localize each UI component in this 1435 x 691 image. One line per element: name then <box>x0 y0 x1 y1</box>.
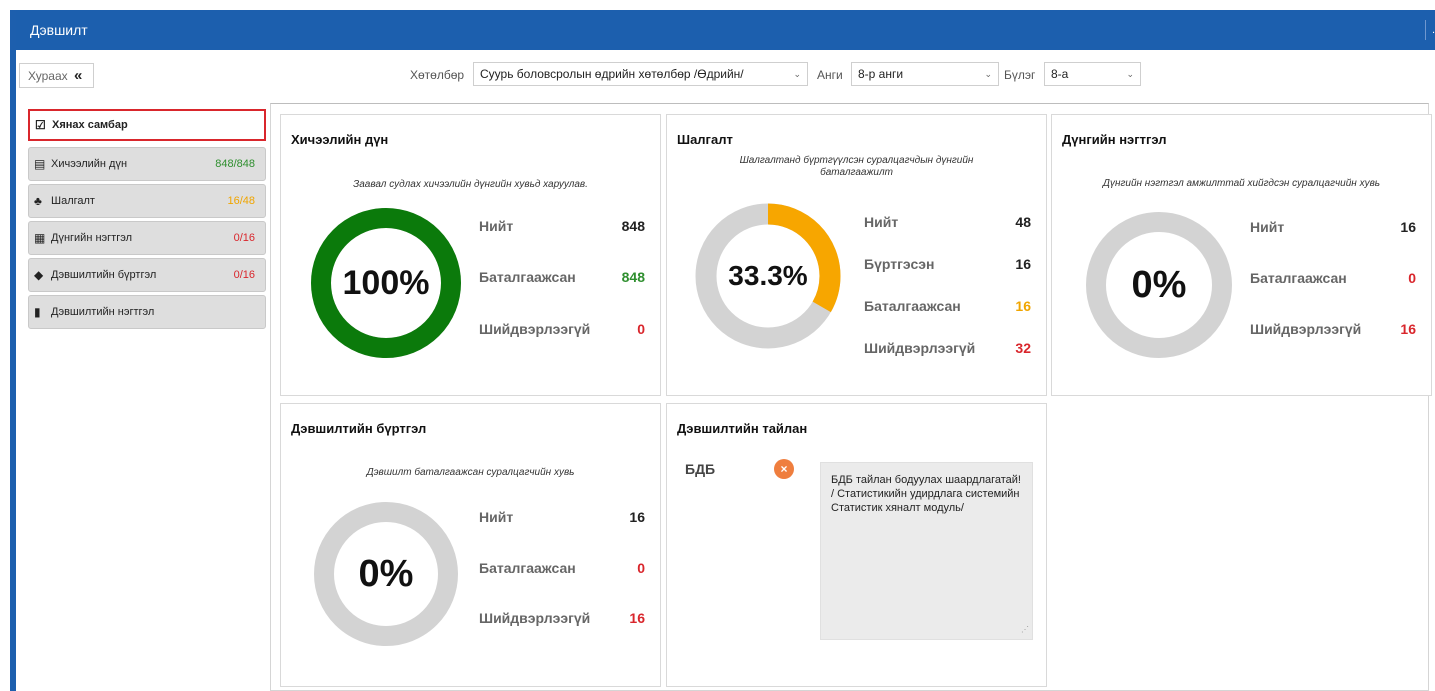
book-icon: ▮ <box>34 305 41 319</box>
stat-value: 48 <box>1015 214 1031 230</box>
stat-label: Шийдвэрлээгүй <box>479 321 591 337</box>
promotion-donut: 0% <box>311 499 461 649</box>
stat-value: 848 <box>621 269 645 285</box>
card-subtitle: Дүнгийн нэгтгэл амжилттай хийгдсэн сурал… <box>1102 178 1381 189</box>
collapse-label: Хураах <box>28 69 68 83</box>
sidebar-item-label: Дэвшилтийн нэгтгэл <box>51 306 155 318</box>
chevron-down-icon: ⌄ <box>793 69 801 79</box>
window-header: Дэвшилт . <box>16 10 1435 50</box>
sidebar-item-promotion-registration[interactable]: ◆ Дэвшилтийн бүртгэл 0/16 <box>28 258 266 292</box>
promotion-registration-card: Дэвшилтийн бүртгэл Дэвшилт баталгаажсан … <box>280 403 661 687</box>
stat-label: Шийдвэрлээгүй <box>479 610 591 626</box>
header-corner-mark: . <box>1425 20 1435 40</box>
report-note-text: БДБ тайлан бодуулах шаардлагатай! / Стат… <box>831 474 1021 514</box>
chevron-down-icon: ⌄ <box>984 69 992 79</box>
group-select[interactable]: 8-а ⌄ <box>1044 62 1141 86</box>
window-title: Дэвшилт <box>30 22 88 38</box>
grade-summary-card: Дүнгийн нэгтгэл Дүнгийн нэгтгэл амжилтта… <box>1051 114 1432 396</box>
sidebar-item-label: Хянах самбар <box>52 119 128 131</box>
sidebar-item-dashboard[interactable]: ☑ Хянах самбар <box>28 109 266 141</box>
card-subtitle: Шалгалтанд бүртгүүлсэн суралцагчдын дүнг… <box>739 155 974 178</box>
calculator-icon: ▦ <box>34 231 46 245</box>
stat-value: 16 <box>1015 256 1031 272</box>
stat-value: 16 <box>1400 219 1416 235</box>
sidebar-item-label: Хичээлийн дүн <box>51 158 128 170</box>
grade-select[interactable]: 8-р анги ⌄ <box>851 62 999 86</box>
stat-value: 0 <box>637 321 645 337</box>
sidebar-item-label: Дэвшилтийн бүртгэл <box>51 269 157 281</box>
sidebar-item-count: 0/16 <box>233 232 255 244</box>
summary-donut: 0% <box>1084 210 1234 360</box>
sidebar-item-exam[interactable]: ♣ Шалгалт 16/48 <box>28 184 266 218</box>
card-title: Дэвшилтийн бүртгэл <box>291 421 427 436</box>
stat-label: Нийт <box>864 214 899 230</box>
program-select[interactable]: Суурь боловсролын өдрийн хөтөлбөр /Өдрий… <box>473 62 808 86</box>
graduation-cap-icon: ◆ <box>34 268 44 282</box>
sidebar-item-label: Шалгалт <box>51 195 95 207</box>
stat-value: 848 <box>621 218 645 234</box>
teacher-icon: ▤ <box>34 157 46 171</box>
stat-label: Баталгаажсан <box>1250 270 1347 286</box>
stat-label: Баталгаажсан <box>479 560 576 576</box>
percent-label: 100% <box>342 264 430 302</box>
exam-card: Шалгалт Шалгалтанд бүртгүүлсэн суралцагч… <box>666 114 1047 396</box>
stat-label: Шийдвэрлээгүй <box>1250 321 1362 337</box>
stat-label: Нийт <box>1250 219 1285 235</box>
exam-donut: 33.3% <box>693 201 843 351</box>
stat-label: Нийт <box>479 218 514 234</box>
grades-donut: 100% <box>311 208 461 358</box>
card-subtitle: Заавал судлах хичээлийн дүнгийн хувьд ха… <box>353 179 588 190</box>
group-filter-label: Бүлэг <box>1004 68 1036 82</box>
sidebar-item-count: 848/848 <box>215 158 255 170</box>
sidebar-item-grade-summary[interactable]: ▦ Дүнгийн нэгтгэл 0/16 <box>28 221 266 255</box>
percent-label: 0% <box>358 553 414 595</box>
stat-value: 16 <box>629 610 645 626</box>
report-item-label: БДБ <box>685 461 716 477</box>
card-title: Шалгалт <box>677 132 733 147</box>
card-title: Хичээлийн дүн <box>291 132 389 147</box>
double-chevron-left-icon: « <box>73 67 83 84</box>
group-icon: ♣ <box>34 194 42 208</box>
percent-label: 33.3% <box>728 260 808 291</box>
stat-label: Нийт <box>479 509 514 525</box>
stat-value: 16 <box>1015 298 1031 314</box>
chevron-down-icon: ⌄ <box>1126 69 1134 79</box>
sidebar-item-promotion-summary[interactable]: ▮ Дэвшилтийн нэгтгэл <box>28 295 266 329</box>
sidebar-item-label: Дүнгийн нэгтгэл <box>51 232 132 244</box>
sidebar-item-grades[interactable]: ▤ Хичээлийн дүн 848/848 <box>28 147 266 181</box>
stat-value: 0 <box>637 560 645 576</box>
program-filter-label: Хөтөлбөр <box>410 68 465 82</box>
sidebar-item-count: 0/16 <box>233 269 255 281</box>
grades-card: Хичээлийн дүн Заавал судлах хичээлийн дү… <box>280 114 661 396</box>
stat-value: 16 <box>1400 321 1416 337</box>
card-title: Дэвшилтийн тайлан <box>677 421 808 436</box>
stat-label: Баталгаажсан <box>479 269 576 285</box>
clipboard-icon: ☑ <box>35 118 46 132</box>
card-title: Дүнгийн нэгтгэл <box>1062 132 1167 147</box>
stat-value: 16 <box>629 509 645 525</box>
x-circle-icon: × <box>774 459 794 479</box>
resize-grip-icon[interactable]: ⋰ <box>1021 623 1029 637</box>
stat-value: 32 <box>1015 340 1031 356</box>
grade-filter-label: Анги <box>817 68 843 82</box>
stat-value: 0 <box>1408 270 1416 286</box>
card-subtitle: Дэвшилт баталгаажсан суралцагчийн хувь <box>366 467 575 478</box>
stat-label: Шийдвэрлээгүй <box>864 340 976 356</box>
stat-label: Баталгаажсан <box>864 298 961 314</box>
collapse-sidebar-button[interactable]: Хураах « <box>19 63 94 88</box>
stat-label: Бүртгэсэн <box>864 256 935 272</box>
report-note-textarea[interactable]: БДБ тайлан бодуулах шаардлагатай! / Стат… <box>820 462 1033 640</box>
sidebar: ☑ Хянах самбар ▤ Хичээлийн дүн 848/848 ♣… <box>28 109 266 332</box>
sidebar-item-count: 16/48 <box>227 195 255 207</box>
promotion-report-card: Дэвшилтийн тайлан БДБ × БДБ тайлан бодуу… <box>666 403 1047 687</box>
percent-label: 0% <box>1131 264 1187 306</box>
